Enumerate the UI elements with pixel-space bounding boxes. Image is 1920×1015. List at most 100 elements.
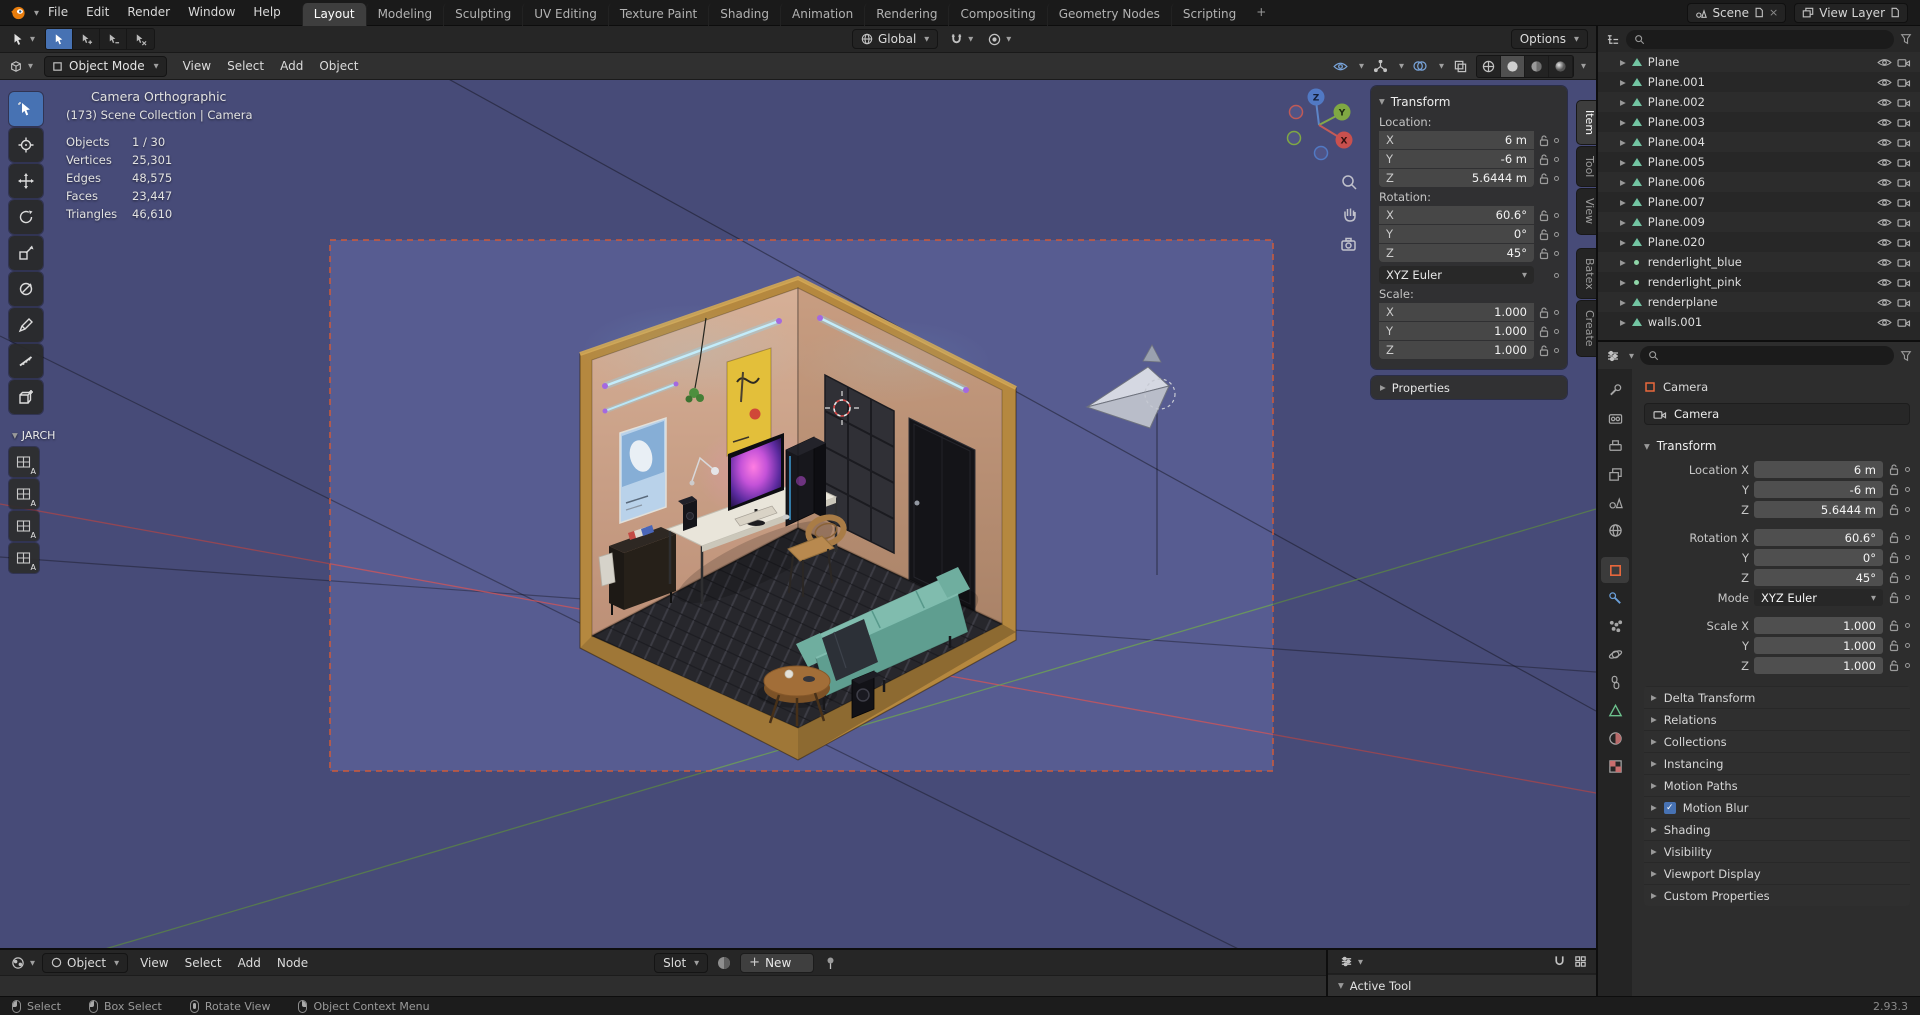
value-field[interactable]: 5.6444 m▼ — [1754, 501, 1883, 518]
select-mode-intersect[interactable] — [127, 29, 154, 49]
expand-icon[interactable]: ▶ — [1620, 58, 1626, 67]
poster-blue[interactable] — [619, 416, 667, 525]
workspace-tab[interactable]: Geometry Nodes — [1046, 2, 1171, 26]
tool-scale[interactable] — [9, 236, 43, 270]
shader-menu[interactable]: Select — [177, 950, 230, 976]
value-field[interactable]: 1.000▼ — [1754, 637, 1883, 654]
workspace-tab[interactable]: Rendering — [864, 2, 948, 26]
tool-measure[interactable] — [9, 344, 43, 378]
hide-viewport-eye-icon[interactable] — [1877, 297, 1892, 308]
hide-viewport-eye-icon[interactable] — [1877, 197, 1892, 208]
value-field[interactable]: 6 m▼ — [1754, 461, 1883, 478]
location-field-row[interactable]: Y -6 m — [1379, 150, 1559, 168]
disable-render-camera-icon[interactable] — [1897, 57, 1911, 68]
snapping-magnet-icon[interactable]: ▼ — [947, 29, 976, 49]
object-data-properties-tab[interactable] — [1601, 697, 1629, 723]
outliner-item[interactable]: ▶ renderplane — [1598, 292, 1920, 312]
pc-tower[interactable] — [785, 436, 826, 527]
topbar-menu[interactable]: Render — [118, 0, 179, 25]
tool-select-box[interactable] — [9, 92, 43, 126]
collapsed-panel[interactable]: ▶ Viewport Display — [1644, 862, 1910, 884]
outliner-item[interactable]: ▶ Plane.007 — [1598, 192, 1920, 212]
shading-dropdown-icon[interactable]: ▼ — [1581, 62, 1586, 70]
collapsed-panel[interactable]: ▶ Custom Properties — [1644, 884, 1910, 906]
viewport-menu[interactable]: Add — [272, 53, 311, 79]
properties-collapsed-panel[interactable]: ▶ Properties — [1371, 376, 1567, 399]
scene-selector[interactable]: Scene × — [1687, 2, 1787, 23]
editor-type-properties-icon[interactable]: ▼ — [1337, 952, 1366, 972]
shader-menu[interactable]: Add — [230, 950, 269, 976]
collapsed-panel[interactable]: ▶ Collections — [1644, 730, 1910, 752]
animate-dot-icon[interactable] — [1554, 212, 1559, 218]
expand-icon[interactable]: ▶ — [1620, 178, 1626, 187]
disable-render-camera-icon[interactable] — [1897, 77, 1911, 88]
animate-dot-icon[interactable] — [1554, 250, 1559, 256]
blender-logo-icon[interactable] — [10, 4, 27, 21]
lock-icon[interactable] — [1888, 619, 1900, 632]
physics-properties-tab[interactable] — [1601, 641, 1629, 667]
tool-properties-tab[interactable] — [1601, 377, 1629, 403]
world-properties-tab[interactable] — [1601, 517, 1629, 543]
constraint-properties-tab[interactable] — [1601, 669, 1629, 695]
lock-icon[interactable] — [1538, 228, 1550, 241]
outliner-item[interactable]: ▶ Plane.004 — [1598, 132, 1920, 152]
jarch-tool-button[interactable]: A — [9, 447, 39, 477]
disable-render-camera-icon[interactable] — [1897, 157, 1911, 168]
sidebar-tab[interactable]: Item — [1576, 100, 1596, 146]
collapsed-panel[interactable]: ▶ Visibility — [1644, 840, 1910, 862]
expand-icon[interactable]: ▶ — [1620, 138, 1626, 147]
lock-icon[interactable] — [1888, 551, 1900, 564]
sidebar-tab[interactable]: Batex — [1576, 247, 1596, 300]
value-field[interactable]: -6 m▼ — [1754, 481, 1883, 498]
hide-viewport-eye-icon[interactable] — [1877, 137, 1892, 148]
sidebar-tab[interactable]: View — [1576, 188, 1596, 235]
animate-dot-icon[interactable] — [1554, 309, 1559, 315]
jarch-tool-button[interactable]: A — [9, 543, 39, 573]
select-mode-set[interactable] — [46, 29, 73, 49]
rotation-field-row[interactable]: X 60.6° — [1379, 206, 1559, 224]
sidebar-tab[interactable]: Tool — [1576, 146, 1596, 188]
outliner-item[interactable]: ▶ renderlight_blue — [1598, 252, 1920, 272]
animate-dot-icon[interactable] — [1905, 595, 1910, 600]
shader-menu[interactable]: View — [132, 950, 176, 976]
lock-icon[interactable] — [1538, 344, 1550, 357]
workspace-tab[interactable]: Sculpting — [443, 2, 522, 26]
animate-dot-icon[interactable] — [1554, 347, 1559, 353]
new-material-button[interactable]: + New — [740, 952, 815, 973]
hide-viewport-eye-icon[interactable] — [1877, 317, 1892, 328]
snapping-icon[interactable] — [1553, 955, 1566, 968]
new-scene-icon[interactable] — [1754, 7, 1764, 18]
editor-type-outliner-icon[interactable] — [1606, 33, 1620, 46]
shading-material-icon[interactable] — [1525, 55, 1549, 77]
topbar-menu[interactable]: File — [39, 0, 77, 25]
disable-render-camera-icon[interactable] — [1897, 277, 1911, 288]
shading-solid-icon[interactable] — [1501, 55, 1525, 77]
lock-icon[interactable] — [1538, 153, 1550, 166]
animate-dot-icon[interactable] — [1905, 643, 1910, 648]
animate-dot-icon[interactable] — [1554, 328, 1559, 334]
add-workspace-button[interactable]: + — [1247, 1, 1275, 24]
slot-dropdown[interactable]: Slot ▼ — [654, 952, 709, 973]
value-field[interactable]: 60.6°▼ — [1754, 529, 1883, 546]
animate-dot-icon[interactable] — [1905, 575, 1910, 580]
hide-viewport-eye-icon[interactable] — [1877, 157, 1892, 168]
view-layer-selector[interactable]: View Layer — [1794, 2, 1908, 23]
outliner-item[interactable]: ▶ Plane.020 — [1598, 232, 1920, 252]
hide-viewport-eye-icon[interactable] — [1877, 77, 1892, 88]
value-field[interactable]: 1.000▼ — [1754, 657, 1883, 674]
disable-render-camera-icon[interactable] — [1897, 297, 1911, 308]
rotation-field-row[interactable]: Z 45° — [1379, 244, 1559, 262]
hide-viewport-eye-icon[interactable] — [1877, 177, 1892, 188]
lock-icon[interactable] — [1888, 591, 1900, 604]
editor-type-3d-viewport-icon[interactable]: ▼ — [6, 56, 36, 76]
collapsed-panel[interactable]: ▶ Instancing — [1644, 752, 1910, 774]
viewport-menu[interactable]: Select — [219, 53, 272, 79]
sidebar-tab[interactable]: Create — [1576, 300, 1596, 357]
collapsed-panel[interactable]: ▶ Motion Blur — [1644, 796, 1910, 818]
editor-type-shader-icon[interactable]: ▼ — [8, 953, 38, 973]
topbar-menu[interactable]: Window — [179, 0, 244, 25]
collapsed-panel[interactable]: ▶ Shading — [1644, 818, 1910, 840]
hide-viewport-eye-icon[interactable] — [1877, 237, 1892, 248]
lock-icon[interactable] — [1888, 659, 1900, 672]
shading-rendered-icon[interactable] — [1549, 55, 1573, 77]
